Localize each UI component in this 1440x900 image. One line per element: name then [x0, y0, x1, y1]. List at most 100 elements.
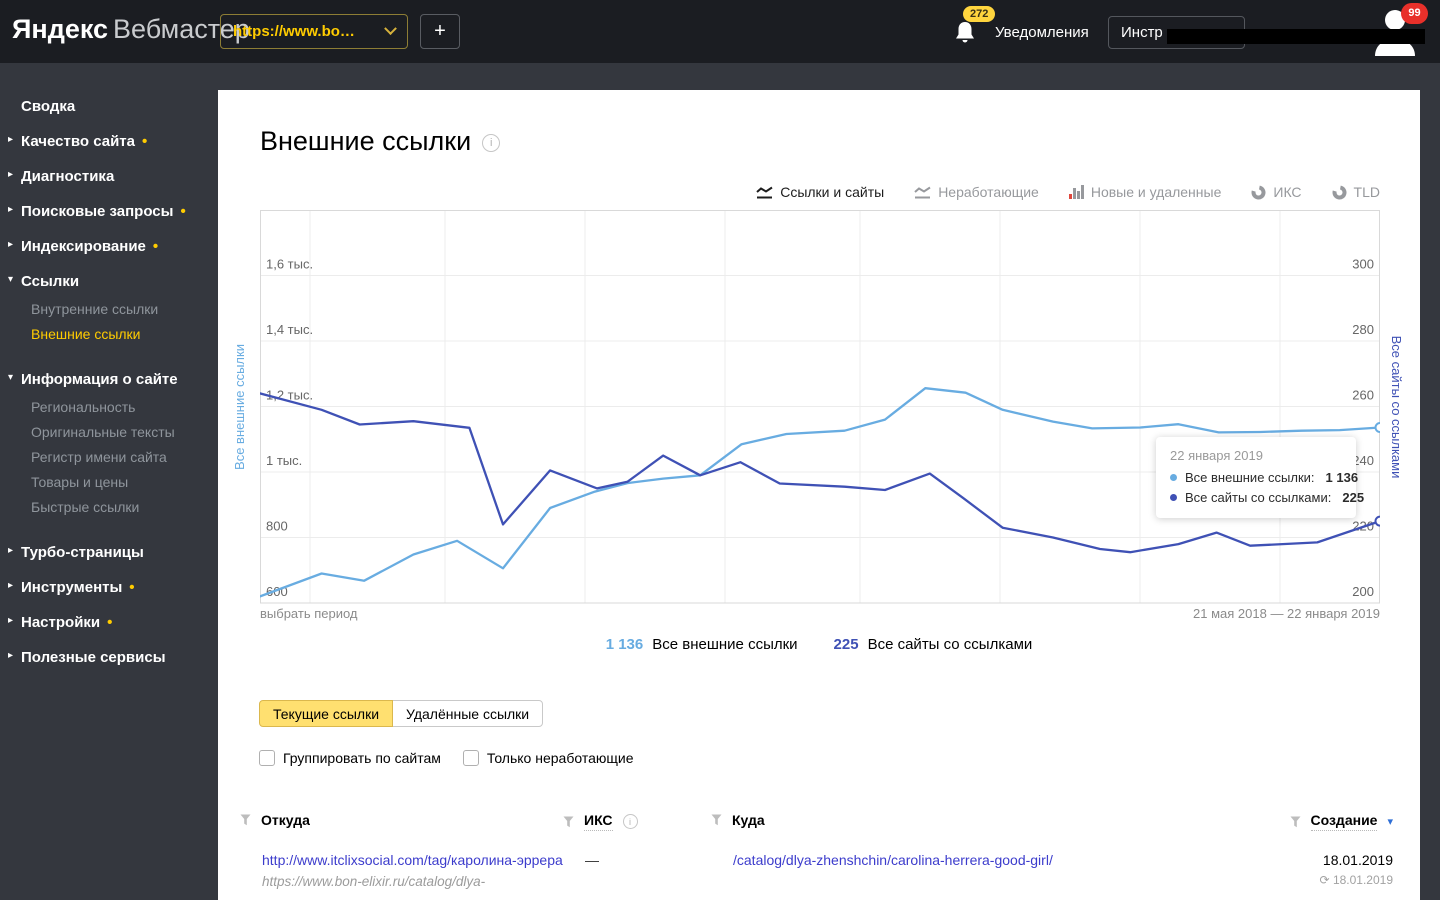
select-period-link[interactable]: выбрать период: [260, 606, 358, 621]
chevron-right-icon: ▸: [8, 169, 14, 180]
tab-label: Неработающие: [938, 184, 1039, 200]
sidebar-item[interactable]: Быстрые ссылки: [31, 499, 139, 515]
legend-value: 1 136: [605, 636, 644, 653]
destination-link[interactable]: /catalog/dlya-zhenshchin/carolina-herrer…: [733, 852, 1053, 868]
column-header[interactable]: Куда: [711, 812, 765, 828]
sidebar-item-label: Информация о сайте: [21, 371, 178, 388]
chevron-down-icon: ▾: [8, 274, 14, 285]
sidebar-item[interactable]: ▸ Качество сайта •: [8, 133, 148, 150]
checkbox-label: Только неработающие: [486, 750, 634, 766]
chart-tab[interactable]: Новые и удаленные: [1068, 184, 1221, 200]
donut-icon: [1251, 185, 1266, 200]
line-chart-icon: [756, 186, 773, 199]
chart-legend: 1 136 Все внешние ссылки 225 Все сайты со с…: [218, 636, 1420, 653]
info-icon[interactable]: i: [482, 134, 501, 152]
user-badge: 99: [1401, 3, 1428, 24]
info-icon[interactable]: i: [622, 814, 638, 829]
app-logo[interactable]: Яндекс Вебмастер: [12, 14, 250, 45]
filter-icon[interactable]: [711, 814, 722, 826]
column-header-label: Куда: [732, 812, 765, 828]
sidebar-item-label: Полезные сервисы: [21, 649, 166, 666]
chart-tab[interactable]: Неработающие: [914, 184, 1039, 200]
sidebar-item[interactable]: Регистр имени сайта: [31, 449, 167, 465]
chart: 600 800 1 тыс. 1,2 тыс. 1,4 тыс. 1,6 тыс. 200 2…: [232, 210, 1404, 604]
sidebar-item[interactable]: Сводка: [21, 98, 75, 115]
created-date: 18.01.2019: [1322, 852, 1393, 868]
svg-text:1 тыс.: 1 тыс.: [266, 453, 302, 468]
notification-dot-icon: •: [107, 614, 113, 631]
sidebar-item[interactable]: Внутренние ссылки: [31, 301, 158, 317]
filter-checkbox[interactable]: Только неработающие: [462, 750, 634, 766]
sidebar-item[interactable]: ▸ Поисковые запросы •: [8, 203, 186, 220]
sidebar-item-label: Качество сайта: [21, 133, 135, 150]
table-header: Откуда ИКС i Куда Создание ▾: [218, 812, 1420, 834]
tooltip-row: Все сайты со ссылками: 225: [1170, 490, 1364, 505]
svg-text:300: 300: [1352, 257, 1374, 272]
sidebar-item-label: Внутренние ссылки: [31, 301, 159, 317]
checkbox-box[interactable]: [259, 750, 275, 766]
sidebar-item[interactable]: ▸ Турбо-страницы: [8, 544, 144, 561]
source-link[interactable]: http://www.itclixsocial.com/tag/каролина…: [262, 852, 563, 868]
sidebar-item[interactable]: ▸ Полезные сервисы: [8, 649, 166, 666]
chevron-down-icon: ▾: [8, 372, 14, 383]
sidebar-item-label: Сводка: [21, 98, 76, 115]
sidebar-item-label: Настройки: [21, 614, 101, 631]
svg-text:1,6 тыс.: 1,6 тыс.: [266, 257, 313, 272]
filter-icon[interactable]: [1290, 816, 1301, 828]
sidebar-item[interactable]: ▸ Настройки •: [8, 614, 113, 631]
chevron-right-icon: ▸: [8, 650, 14, 661]
redaction-bar: [1167, 29, 1425, 44]
link-type-button[interactable]: Текущие ссылки: [259, 700, 394, 727]
tab-label: ИКС: [1273, 184, 1302, 200]
svg-text:800: 800: [266, 519, 288, 534]
column-header[interactable]: Откуда: [240, 812, 310, 828]
sidebar-item[interactable]: ▾ Информация о сайте: [8, 371, 178, 388]
sidebar-item[interactable]: Товары и цены: [31, 474, 128, 490]
chart-tab[interactable]: TLD: [1332, 184, 1380, 200]
chart-tab[interactable]: Ссылки и сайты: [756, 184, 884, 200]
legend-label: Все сайты со ссылками: [867, 636, 1033, 653]
tooltip-date: 22 января 2019: [1170, 448, 1263, 463]
site-selector[interactable]: https://www.bo…: [220, 14, 408, 49]
bell-icon[interactable]: [952, 19, 978, 50]
notifications-label[interactable]: Уведомления: [995, 24, 1089, 41]
links-chart[interactable]: 6008001 тыс.1,2 тыс.1,4 тыс.1,6 тыс.2002…: [260, 210, 1380, 604]
filter-checkbox[interactable]: Группировать по сайтам: [259, 750, 441, 766]
chart-tab[interactable]: ИКС: [1251, 184, 1302, 200]
filter-icon[interactable]: [240, 814, 251, 826]
donut-icon: [1332, 185, 1347, 200]
link-type-button[interactable]: Удалённые ссылки: [392, 700, 544, 727]
legend-value: 225: [833, 636, 859, 653]
sidebar-item[interactable]: ▸ Диагностика: [8, 168, 114, 185]
sidebar-item[interactable]: Оригинальные тексты: [31, 424, 175, 440]
column-header-label: ИКС: [584, 812, 613, 831]
checkbox-box[interactable]: [462, 750, 479, 766]
tab-label: TLD: [1353, 184, 1380, 200]
sidebar-item[interactable]: ▸ Индексирование •: [8, 238, 158, 255]
column-header[interactable]: Создание ▾: [1290, 812, 1393, 831]
sidebar-item[interactable]: Внешние ссылки: [31, 326, 141, 342]
right-axis-title: Все сайты со ссылками: [1389, 335, 1404, 479]
topbar: Яндекс Вебмастер https://www.bo… + 272 Ув…: [0, 0, 1440, 63]
chevron-right-icon: ▸: [8, 615, 14, 626]
chevron-right-icon: ▸: [8, 204, 14, 215]
svg-text:200: 200: [1352, 584, 1374, 599]
sidebar-item[interactable]: Региональность: [31, 399, 135, 415]
chart-tooltip: 22 января 2019 Все внешние ссылки: 1 136 …: [1156, 437, 1364, 518]
sidebar-item-label: Поисковые запросы: [21, 203, 174, 220]
sidebar-item[interactable]: ▸ Инструменты •: [8, 579, 135, 596]
sidebar-item-label: Регистр имени сайта: [31, 449, 167, 465]
sidebar-item[interactable]: ▾ Ссылки: [8, 273, 79, 290]
logo-yandex: Яндекс: [12, 14, 109, 44]
filter-icon[interactable]: [563, 816, 574, 828]
column-header[interactable]: ИКС i: [563, 812, 638, 831]
notifications-badge: 272: [963, 6, 996, 22]
notification-dot-icon: •: [180, 203, 186, 220]
site-selector-value: https://www.bo…: [233, 23, 355, 40]
notification-dot-icon: •: [141, 133, 148, 150]
main-content: Внешние ссылки i Ссылки и сайты Неработаю…: [218, 90, 1420, 900]
column-header-label: Создание: [1310, 812, 1378, 831]
add-site-button[interactable]: +: [420, 14, 460, 49]
series-dot-icon: [1170, 474, 1177, 481]
bar-chart-icon: [1068, 185, 1084, 199]
